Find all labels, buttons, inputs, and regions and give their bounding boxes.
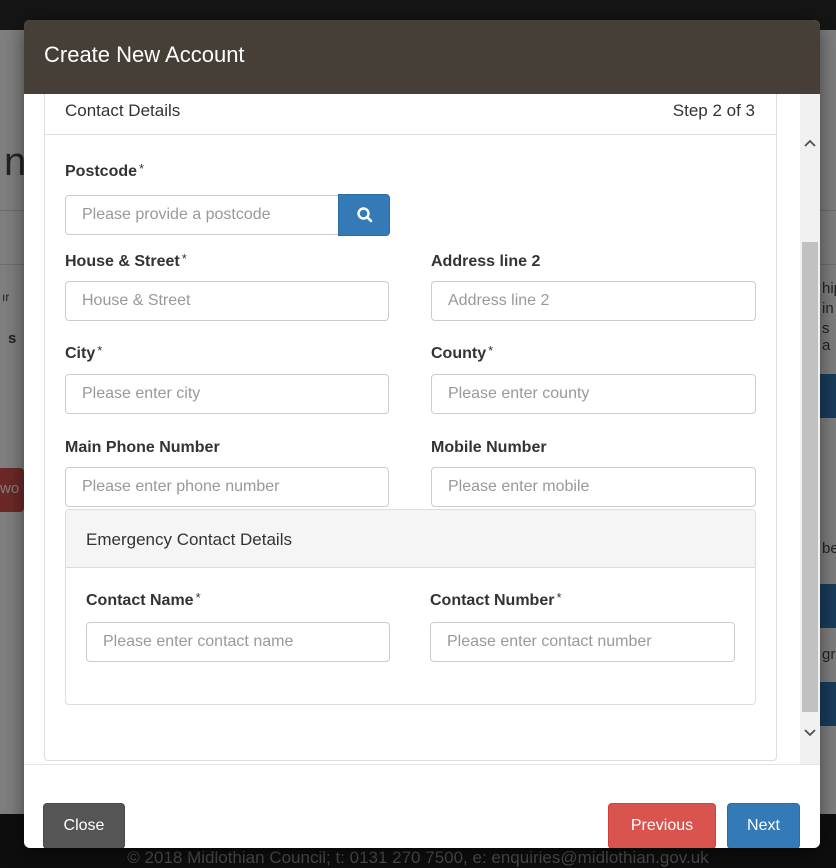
create-account-modal: Create New Account Contact Details Step … [24, 20, 820, 848]
house-street-input[interactable] [65, 281, 389, 321]
mobile-label: Mobile Number [431, 439, 547, 456]
emergency-contact-panel: Emergency Contact Details Contact Name * … [65, 509, 756, 705]
step-indicator: Step 2 of 3 [672, 101, 755, 120]
city-label: City * [65, 343, 103, 362]
search-icon [357, 207, 373, 223]
house-street-label: House & Street * [65, 251, 187, 270]
contact-details-panel: Contact Details Step 2 of 3 Postcode* Ho… [44, 94, 777, 761]
modal-footer: Close Previous Next [24, 764, 820, 848]
modal-body: Contact Details Step 2 of 3 Postcode* Ho… [24, 94, 820, 764]
address-line2-input[interactable] [431, 281, 756, 321]
next-button[interactable]: Next [727, 803, 800, 848]
address-line2-label: Address line 2 [431, 253, 541, 270]
postcode-label: Postcode * [65, 161, 145, 180]
close-button[interactable]: Close [43, 803, 125, 848]
county-input[interactable] [431, 374, 756, 414]
modal-header: Create New Account [24, 20, 820, 94]
scrollbar-thumb[interactable] [802, 242, 818, 712]
scroll-down-icon[interactable] [800, 722, 820, 742]
panel-heading: Contact Details Step 2 of 3 [45, 94, 776, 135]
panel-title: Contact Details [65, 101, 181, 120]
contact-number-label: Contact Number * [430, 590, 562, 609]
main-phone-label: Main Phone Number [65, 439, 220, 456]
emergency-contact-heading: Emergency Contact Details [66, 510, 755, 568]
county-label: County * [431, 343, 494, 362]
previous-button[interactable]: Previous [608, 803, 716, 848]
modal-title: Create New Account [44, 42, 245, 67]
scroll-up-icon[interactable] [800, 132, 820, 152]
contact-number-input[interactable] [430, 622, 735, 662]
contact-name-input[interactable] [86, 622, 390, 662]
postcode-search-button[interactable] [338, 194, 390, 236]
main-phone-input[interactable] [65, 467, 389, 507]
mobile-input[interactable] [431, 467, 756, 507]
postcode-input[interactable] [65, 195, 339, 235]
contact-name-label: Contact Name * [86, 590, 201, 609]
city-input[interactable] [65, 374, 389, 414]
